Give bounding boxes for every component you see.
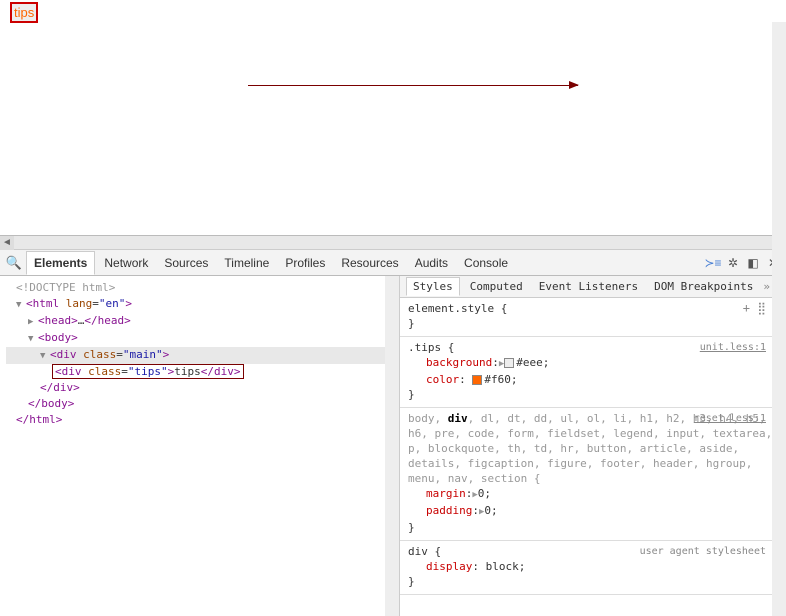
css-prop[interactable]: display: block; [408,559,778,574]
tab-timeline[interactable]: Timeline [217,252,276,274]
css-prop[interactable]: color: #f60; [408,372,778,387]
body-close[interactable]: </body> [28,397,74,410]
css-prop[interactable]: margin:▶0; [408,486,778,503]
horizontal-scrollbar[interactable]: ◄ [0,235,786,249]
vertical-scrollbar[interactable] [385,276,399,616]
dom-tree-panel[interactable]: <!DOCTYPE html> <html lang="en"> <head>…… [0,276,400,616]
rule-element-style[interactable]: + ⣿ element.style { } [400,298,786,337]
rule-source-link[interactable]: unit.less:1 [700,340,766,355]
devtools-panels: <!DOCTYPE html> <html lang="en"> <head>…… [0,276,786,616]
selected-tips-node[interactable]: <div class="tips">tips</div> [52,364,244,379]
css-prop[interactable]: background:▶#eee; [408,355,778,372]
annotation-arrow [248,85,578,87]
doctype-node[interactable]: <!DOCTYPE html> [16,281,115,294]
expand-arrow-icon[interactable] [40,348,50,364]
tab-console[interactable]: Console [457,252,515,274]
head-node[interactable]: <head>…</head> [38,314,131,327]
body-open[interactable]: <body> [38,331,78,344]
rule-source-label: user agent stylesheet [640,544,766,559]
tab-elements[interactable]: Elements [26,251,95,275]
color-swatch-icon[interactable] [504,358,514,368]
page-viewport: tips ◄ [0,0,786,250]
expand-arrow-icon[interactable] [28,331,38,347]
rule-user-agent[interactable]: user agent stylesheet div { display: blo… [400,541,786,595]
rule-selector: element.style { [408,301,778,316]
styles-tab-event-listeners[interactable]: Event Listeners [533,278,644,295]
settings-gear-icon[interactable]: ✲ [724,254,742,272]
rule-source-link[interactable]: reset.less:1 [694,411,766,426]
tab-profiles[interactable]: Profiles [278,252,332,274]
rule-tips[interactable]: unit.less:1 .tips { background:▶#eee; co… [400,337,786,408]
css-prop[interactable]: padding:▶0; [408,503,778,520]
expand-arrow-icon[interactable] [16,297,26,313]
css-rules-list: + ⣿ element.style { } unit.less:1 .tips … [400,298,786,595]
html-close[interactable]: </html> [16,413,62,426]
tips-element: tips [10,2,38,23]
rule-reset[interactable]: reset.less:1 body, div, dl, dt, dd, ul, … [400,408,786,541]
more-tabs-icon[interactable]: » [763,280,770,293]
devtools-toolbar: 🔍 Elements Network Sources Timeline Prof… [0,250,786,276]
inspect-icon[interactable]: 🔍 [4,255,24,271]
tab-sources[interactable]: Sources [157,252,215,274]
tab-network[interactable]: Network [97,252,155,274]
main-div-open[interactable]: <div class="main"> [50,348,169,361]
div-close[interactable]: </div> [40,381,80,394]
styles-tab-styles[interactable]: Styles [406,277,460,296]
scroll-left-arrow[interactable]: ◄ [0,236,14,250]
styles-tab-computed[interactable]: Computed [464,278,529,295]
new-rule-icon[interactable]: + ⣿ [743,301,766,316]
styles-tab-dom-breakpoints[interactable]: DOM Breakpoints [648,278,759,295]
console-toggle-icon[interactable]: ≻≡ [704,254,722,272]
html-open[interactable]: <html lang="en"> [26,297,132,310]
color-swatch-icon[interactable] [472,375,482,385]
styles-tabbar: Styles Computed Event Listeners DOM Brea… [400,276,786,298]
expand-arrow-icon[interactable] [28,314,38,330]
dock-icon[interactable]: ◧ [744,254,762,272]
vertical-scrollbar[interactable] [772,276,786,616]
styles-panel: Styles Computed Event Listeners DOM Brea… [400,276,786,616]
tab-audits[interactable]: Audits [408,252,455,274]
tab-resources[interactable]: Resources [334,252,405,274]
